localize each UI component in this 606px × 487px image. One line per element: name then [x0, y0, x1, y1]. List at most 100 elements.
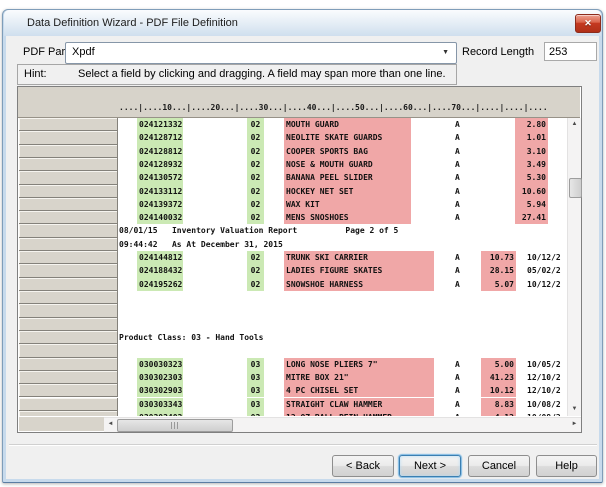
field-item-number[interactable]: 024128812 — [137, 145, 183, 158]
field-item-number[interactable]: 024139372 — [137, 198, 183, 211]
field-item-number[interactable]: 024133112 — [137, 185, 183, 198]
back-button[interactable]: < Back — [332, 455, 394, 477]
row-header-cell[interactable] — [19, 358, 118, 371]
scroll-right-icon[interactable]: ► — [568, 418, 581, 431]
close-button[interactable]: ✕ — [575, 14, 601, 33]
report-pane[interactable]: ....|....10...|....20...|....30...|....4… — [17, 86, 582, 433]
row-header-cell[interactable] — [19, 291, 118, 304]
vertical-scrollbar[interactable]: ▲ ▼ — [567, 118, 581, 416]
field-class[interactable]: 03 — [247, 371, 264, 384]
field-class[interactable]: 02 — [247, 158, 264, 171]
field-description[interactable]: 4 PC CHISEL SET — [284, 384, 434, 397]
next-button[interactable]: Next > — [399, 455, 461, 477]
field-item-number[interactable]: 024144812 — [137, 251, 183, 264]
field-item-number[interactable]: 024121332 — [137, 118, 183, 131]
row-header-cell[interactable] — [19, 398, 118, 411]
field-description[interactable]: MENS SNOSHOES — [284, 211, 411, 224]
field-price[interactable]: 10.60 — [515, 185, 548, 198]
field-description[interactable]: LONG NOSE PLIERS 7" — [284, 358, 434, 371]
pdf-parser-select[interactable]: Xpdf ▼ — [65, 42, 457, 64]
field-description[interactable]: NEOLITE SKATE GUARDS — [284, 131, 411, 144]
field-item-number[interactable]: 024128932 — [137, 158, 183, 171]
field-price[interactable]: 10.12 — [481, 384, 516, 397]
row-header-cell[interactable] — [19, 251, 118, 264]
cancel-button[interactable]: Cancel — [468, 455, 530, 477]
field-price[interactable]: 2.80 — [515, 118, 548, 131]
record-length-input[interactable] — [544, 42, 597, 61]
field-item-number[interactable]: 024188432 — [137, 264, 183, 277]
field-item-number[interactable]: 030302303 — [137, 371, 183, 384]
field-price[interactable]: 5.07 — [481, 278, 516, 291]
field-class[interactable]: 02 — [247, 198, 264, 211]
row-header-cell[interactable] — [19, 118, 118, 131]
field-class[interactable]: 02 — [247, 251, 264, 264]
field-price[interactable]: 28.15 — [481, 264, 516, 277]
scroll-up-icon[interactable]: ▲ — [568, 118, 581, 131]
row-header-cell[interactable] — [19, 171, 118, 184]
row-header-cell[interactable] — [19, 264, 118, 277]
field-class[interactable]: 02 — [247, 278, 264, 291]
field-item-number[interactable]: 030303403 — [137, 411, 183, 416]
row-header-cell[interactable] — [19, 198, 118, 211]
field-price[interactable]: 5.30 — [515, 171, 548, 184]
row-header-cell[interactable] — [19, 238, 118, 251]
field-description[interactable]: HOCKEY NET SET — [284, 185, 411, 198]
row-header-cell[interactable] — [19, 211, 118, 224]
field-class[interactable]: 02 — [247, 131, 264, 144]
row-header-cell[interactable] — [19, 384, 118, 397]
field-description[interactable]: 12 OZ BALL PEIN HAMMER — [284, 411, 434, 416]
field-price[interactable]: 8.83 — [481, 398, 516, 411]
field-class[interactable]: 03 — [247, 384, 264, 397]
field-price[interactable]: 10.73 — [481, 251, 516, 264]
field-item-number[interactable]: 024195262 — [137, 278, 183, 291]
field-description[interactable]: BANANA PEEL SLIDER — [284, 171, 411, 184]
field-price[interactable]: 41.23 — [481, 371, 516, 384]
row-header-cell[interactable] — [19, 304, 118, 317]
field-class[interactable]: 02 — [247, 171, 264, 184]
field-class[interactable]: 03 — [247, 358, 264, 371]
field-description[interactable]: TRUNK SKI CARRIER — [284, 251, 434, 264]
field-description[interactable]: STRAIGHT CLAW HAMMER — [284, 398, 434, 411]
field-description[interactable]: WAX KIT — [284, 198, 411, 211]
field-price[interactable]: 5.94 — [515, 198, 548, 211]
field-item-number[interactable]: 024130572 — [137, 171, 183, 184]
field-item-number[interactable]: 030303343 — [137, 398, 183, 411]
field-class[interactable]: 02 — [247, 211, 264, 224]
row-header-cell[interactable] — [19, 278, 118, 291]
scroll-left-icon[interactable]: ◄ — [104, 418, 117, 431]
row-header-cell[interactable] — [19, 185, 118, 198]
field-class[interactable]: 02 — [247, 118, 264, 131]
field-item-number[interactable]: 024128712 — [137, 131, 183, 144]
field-description[interactable]: MITRE BOX 21" — [284, 371, 434, 384]
row-header-cell[interactable] — [19, 224, 118, 237]
field-class[interactable]: 03 — [247, 411, 264, 416]
report-rows[interactable]: 02412133202MOUTH GUARDA2.8002412871202NE… — [18, 118, 566, 416]
row-header-cell[interactable] — [19, 318, 118, 331]
field-item-number[interactable]: 030302903 — [137, 384, 183, 397]
row-header-cell[interactable] — [19, 145, 118, 158]
field-price[interactable]: 3.10 — [515, 145, 548, 158]
field-description[interactable]: NOSE & MOUTH GUARD — [284, 158, 411, 171]
field-class[interactable]: 02 — [247, 264, 264, 277]
row-header-cell[interactable] — [19, 344, 118, 357]
field-price[interactable]: 3.49 — [515, 158, 548, 171]
field-description[interactable]: COOPER SPORTS BAG — [284, 145, 411, 158]
h-scroll-thumb[interactable] — [117, 419, 233, 432]
row-header-cell[interactable] — [19, 131, 118, 144]
help-button[interactable]: Help — [536, 455, 597, 477]
field-class[interactable]: 03 — [247, 398, 264, 411]
row-header-cell[interactable] — [19, 371, 118, 384]
field-item-number[interactable]: 024140032 — [137, 211, 183, 224]
field-description[interactable]: SNOWSHOE HARNESS — [284, 278, 434, 291]
horizontal-scrollbar[interactable]: ◄ ► — [104, 417, 581, 432]
field-class[interactable]: 02 — [247, 185, 264, 198]
scroll-down-icon[interactable]: ▼ — [568, 403, 581, 416]
field-description[interactable]: LADIES FIGURE SKATES — [284, 264, 434, 277]
field-price[interactable]: 1.01 — [515, 131, 548, 144]
field-price[interactable]: 27.41 — [515, 211, 548, 224]
field-price[interactable]: 4.12 — [481, 411, 516, 416]
v-scroll-thumb[interactable] — [569, 178, 582, 198]
row-header-cell[interactable] — [19, 158, 118, 171]
field-description[interactable]: MOUTH GUARD — [284, 118, 411, 131]
row-header-cell[interactable] — [19, 411, 118, 416]
